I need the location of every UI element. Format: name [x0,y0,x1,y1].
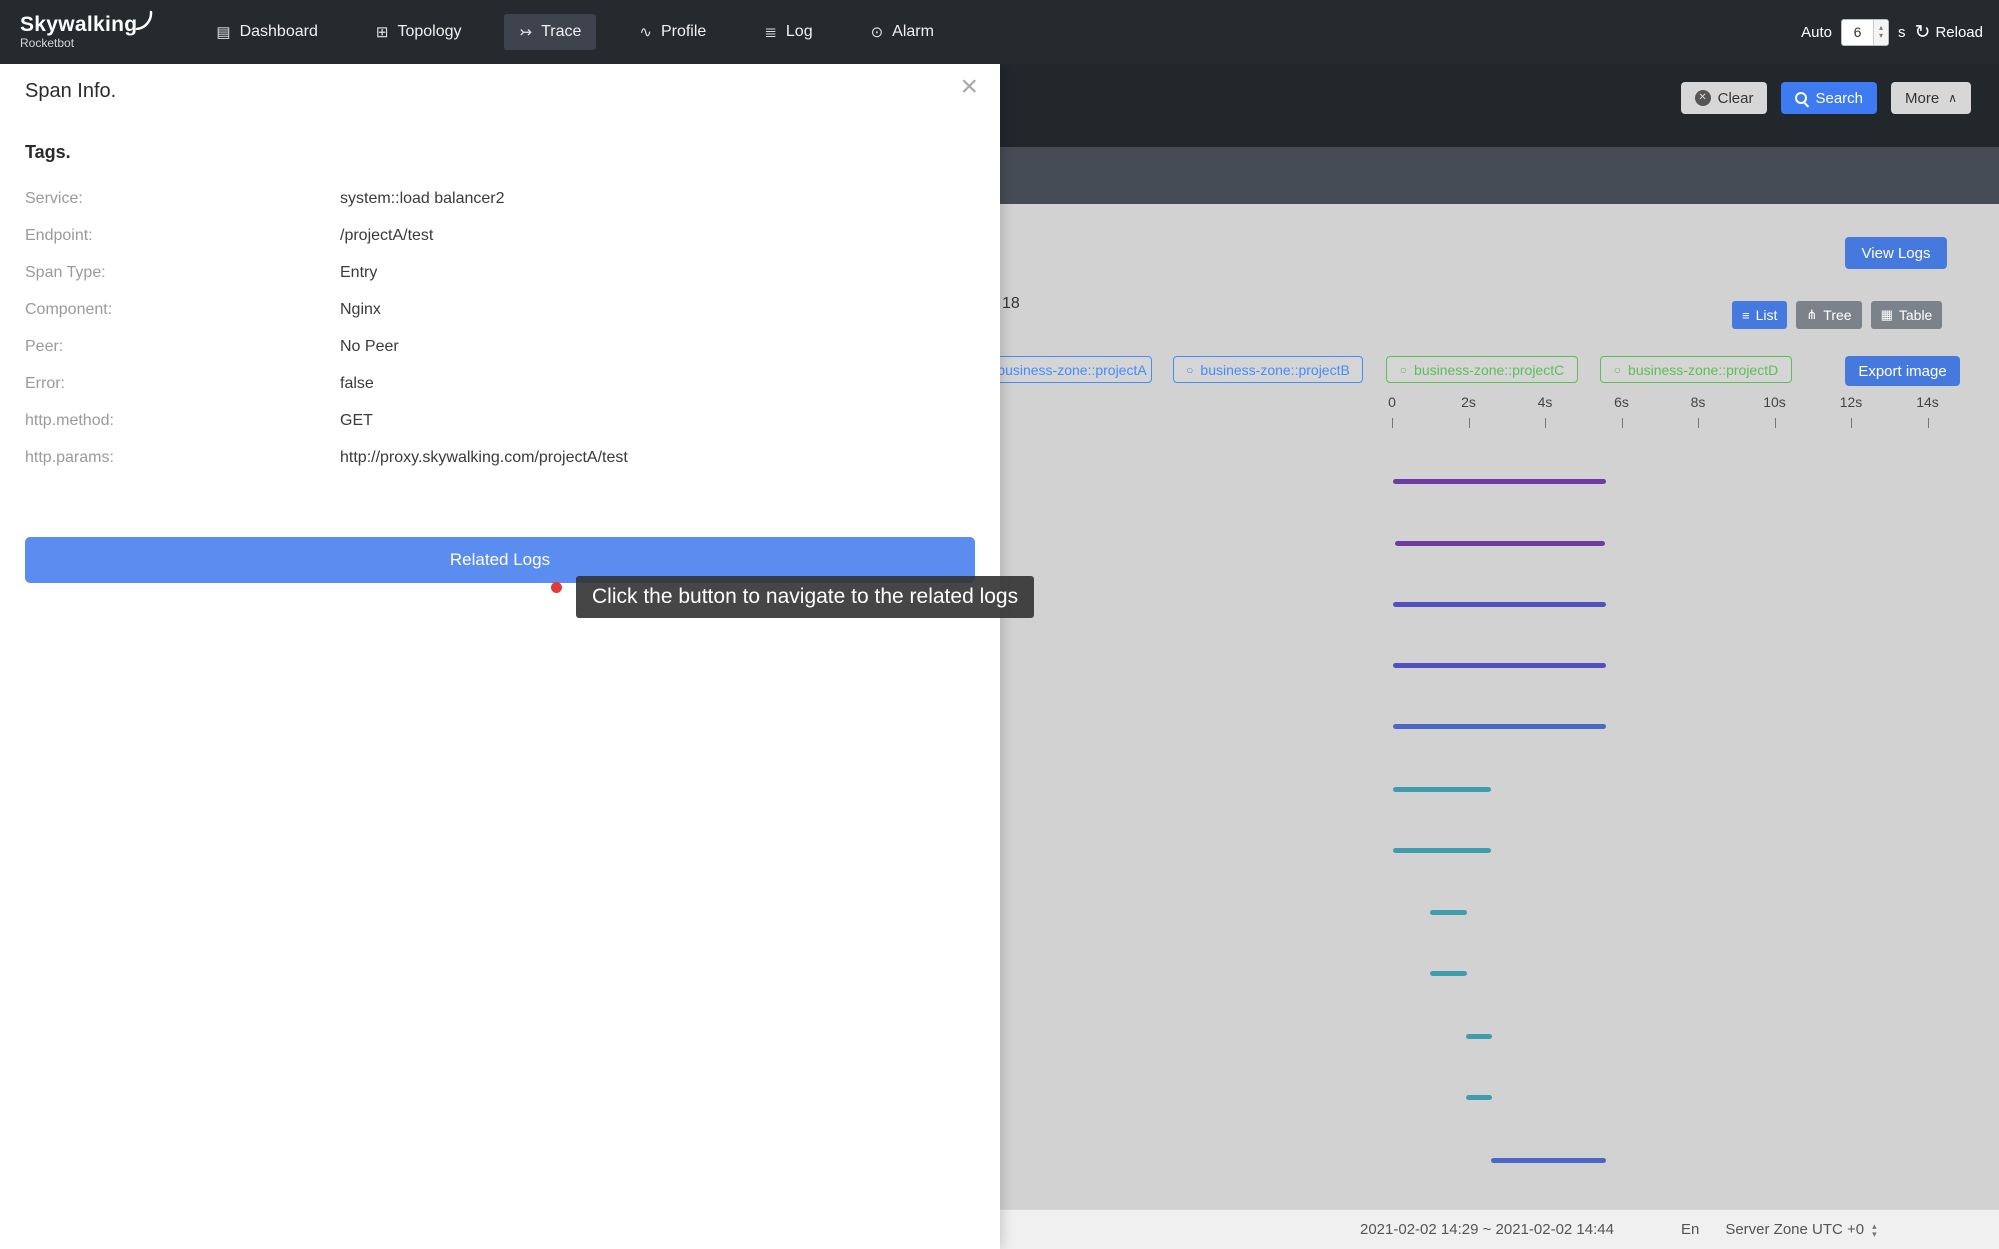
tag-value: /projectA/test [340,227,433,245]
alarm-icon: ⊙ [871,23,884,41]
trace-span-bar[interactable] [1430,971,1467,976]
span-info-panel: Span Info. × Tags. Service:system::load … [0,64,1000,1249]
tag-label: Error: [25,375,340,393]
language-selector[interactable]: En [1681,1221,1699,1238]
reload-icon: ↻ [1915,23,1931,42]
auto-unit: s [1898,24,1906,41]
dashboard-icon: ▤ [216,23,230,41]
more-label: More [1905,90,1939,107]
related-logs-tooltip: Click the button to navigate to the rela… [576,576,1034,618]
tag-row: Endpoint:/projectA/test [25,217,975,254]
tag-value: system::load balancer2 [340,190,505,208]
tag-value: Nginx [340,301,381,319]
auto-interval-value[interactable]: 6 [1842,20,1873,45]
chevron-up-icon: ∧ [1948,91,1957,105]
tag-value: http://proxy.skywalking.com/projectA/tes… [340,449,628,467]
stepper-down-icon[interactable]: ▾ [1872,1230,1877,1238]
clear-x-circle-icon: ✕ [1695,90,1711,106]
trace-detail-panel: ✕ Clear Search More ∧ View Logs 18 ≡List… [1000,64,1999,1249]
tag-label: Component: [25,301,340,319]
logo-title: Skywalking [20,13,137,36]
trace-span-bar[interactable] [1393,479,1606,484]
nav-item-trace[interactable]: ↣ Trace [504,14,596,50]
logo-swoosh-icon [135,10,153,30]
search-label: Search [1815,90,1863,107]
reload-button[interactable]: ↻ Reload [1915,23,1983,42]
logo-subtitle: Rocketbot [20,37,137,50]
cursor-dot [551,582,562,593]
trace-span-bar[interactable] [1491,1158,1606,1163]
trace-span-bar[interactable] [1393,787,1491,792]
trace-span-bar[interactable] [1393,724,1606,729]
server-zone-label: Server Zone UTC +0 [1725,1221,1864,1238]
trace-span-bar[interactable] [1395,541,1605,546]
span-bars [1000,64,1999,1249]
tag-row: Peer:No Peer [25,328,975,365]
nav-item-log[interactable]: ≣ Log [749,14,827,50]
close-icon[interactable]: × [960,72,978,102]
logo-title-text: Skywalking [20,13,137,36]
trace-toolbar: ✕ Clear Search More ∧ [1681,82,1971,114]
span-info-rows: Service:system::load balancer2Endpoint:/… [25,180,975,476]
search-icon [1795,92,1808,105]
trace-span-bar[interactable] [1393,848,1491,853]
tag-value: GET [340,412,373,430]
tag-row: http.params:http://proxy.skywalking.com/… [25,439,975,476]
more-button[interactable]: More ∧ [1891,82,1971,114]
tag-value: No Peer [340,338,399,356]
tag-value: false [340,375,374,393]
clear-button[interactable]: ✕ Clear [1681,82,1768,114]
nav-item-label: Trace [541,23,581,41]
tag-label: Service: [25,190,340,208]
trace-icon: ↣ [519,23,532,41]
tag-row: http.method:GET [25,402,975,439]
search-button[interactable]: Search [1781,82,1877,114]
nav-right-controls: Auto 6 ▴▾ s ↻ Reload [1801,19,1983,46]
nav-item-label: Log [786,23,813,41]
app-logo: Skywalking Rocketbot [20,13,137,50]
tag-value: Entry [340,264,377,282]
span-info-title: Span Info. [25,80,116,103]
top-nav: Skywalking Rocketbot ▤ Dashboard ⊞ Topology… [0,0,1999,64]
nav-item-dashboard[interactable]: ▤ Dashboard [201,14,332,50]
auto-interval-input[interactable]: 6 ▴▾ [1841,19,1889,46]
nav-items: ▤ Dashboard ⊞ Topology ↣ Trace ∿ Profile ≣ Log ⊙ Al… [201,14,949,50]
server-zone-stepper[interactable]: ▴▾ [1872,1222,1877,1238]
tags-heading: Tags. [25,142,71,163]
tag-row: Error:false [25,365,975,402]
nav-item-alarm[interactable]: ⊙ Alarm [856,14,949,50]
nav-item-label: Topology [397,23,461,41]
stepper-down-icon[interactable]: ▾ [1879,32,1883,40]
trace-span-bar[interactable] [1393,602,1606,607]
profile-icon: ∿ [639,23,652,41]
tag-label: Span Type: [25,264,340,282]
nav-item-label: Alarm [892,23,934,41]
auto-label: Auto [1801,24,1832,41]
footer-bar: 2021-02-02 14:29 ~ 2021-02-02 14:44 En S… [1000,1209,1999,1249]
tag-label: Peer: [25,338,340,356]
footer-time-range: 2021-02-02 14:29 ~ 2021-02-02 14:44 [1360,1221,1614,1238]
reload-label: Reload [1935,24,1983,41]
tag-label: http.method: [25,412,340,430]
nav-item-profile[interactable]: ∿ Profile [624,14,721,50]
trace-span-bar[interactable] [1466,1034,1492,1039]
nav-item-label: Profile [661,23,706,41]
log-icon: ≣ [764,23,777,41]
auto-interval-stepper[interactable]: ▴▾ [1873,20,1888,45]
tag-row: Span Type:Entry [25,254,975,291]
trace-span-bar[interactable] [1430,910,1467,915]
nav-item-label: Dashboard [240,23,318,41]
topology-icon: ⊞ [376,23,389,41]
trace-span-bar[interactable] [1393,663,1606,668]
trace-span-bar[interactable] [1466,1095,1492,1100]
nav-item-topology[interactable]: ⊞ Topology [361,14,477,50]
tag-label: http.params: [25,449,340,467]
tag-label: Endpoint: [25,227,340,245]
tag-row: Service:system::load balancer2 [25,180,975,217]
tag-row: Component:Nginx [25,291,975,328]
clear-label: Clear [1718,90,1754,107]
